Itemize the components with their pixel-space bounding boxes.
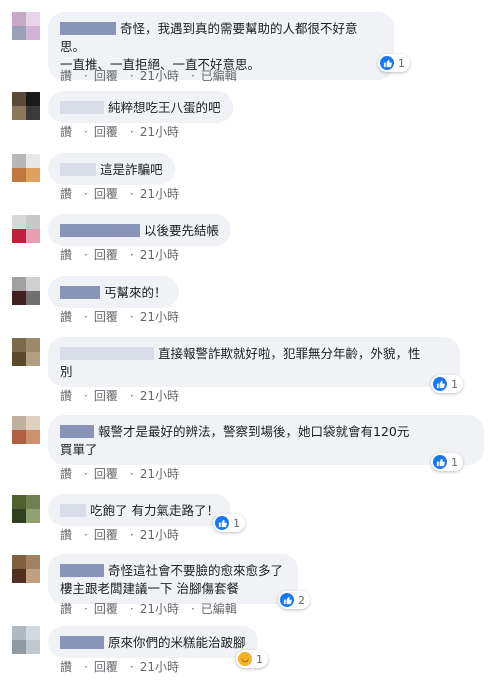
timestamp[interactable]: 21小時 (140, 467, 179, 481)
timestamp[interactable]: 21小時 (140, 389, 179, 403)
comment-text: 報警才是最好的辨法，警察到場後，她口袋就會有120元 買單了 (60, 424, 410, 457)
avatar[interactable] (12, 555, 40, 583)
comment-bubble: 報警才是最好的辨法，警察到場後，她口袋就會有120元 買單了 (48, 415, 484, 465)
timestamp[interactable]: 21小時 (140, 69, 179, 83)
like-link[interactable]: 讚 (60, 187, 72, 201)
comment-text: 丐幫來的！ (103, 285, 167, 300)
like-link[interactable]: 讚 (60, 467, 72, 481)
comment-bubble: 原來你們的米糕能治跛腳 (48, 626, 258, 658)
like-link[interactable]: 讚 (60, 602, 72, 616)
comment-text: 純粹想吃王八蛋的吧 (107, 100, 221, 115)
comment-bubble: 這是詐騙吧 (48, 153, 175, 185)
reaction-count: 1 (451, 455, 458, 469)
reaction-summary[interactable]: 2 (278, 591, 310, 609)
reaction-count: 1 (451, 377, 458, 391)
comment-bubble: 直接報警詐欺就好啦，犯罪無分年齡，外貌，性 別 (48, 337, 460, 387)
like-icon (215, 516, 229, 530)
commenter-name[interactable] (60, 636, 104, 649)
comment-bubble: 以後要先結帳 (48, 214, 231, 246)
comment-text: 吃飽了 有力氣走路了！ (89, 503, 219, 518)
avatar[interactable] (12, 154, 40, 182)
reaction-summary[interactable]: 1 (378, 54, 410, 72)
reply-link[interactable]: 回覆 (94, 69, 118, 83)
like-link[interactable]: 讚 (60, 125, 72, 139)
avatar[interactable] (12, 12, 40, 40)
avatar[interactable] (12, 215, 40, 243)
comment-thread: 奇怪，我遇到真的需要幫助的人都很不好意思。 一直推、一直拒絕、一直不好意思。 讚… (0, 0, 498, 685)
timestamp[interactable]: 21小時 (140, 125, 179, 139)
comment-bubble: 奇怪這社會不要臉的愈來愈多了 樓主跟老闆建議一下 治腳傷套餐 (48, 554, 298, 604)
commenter-name[interactable] (60, 425, 94, 438)
reply-link[interactable]: 回覆 (94, 187, 118, 201)
like-icon (433, 377, 447, 391)
comment-actions: 讚 · 回覆 · 21小時 · 已編輯 (60, 69, 237, 83)
like-link[interactable]: 讚 (60, 528, 72, 542)
like-link[interactable]: 讚 (60, 660, 72, 674)
reply-link[interactable]: 回覆 (94, 602, 118, 616)
timestamp[interactable]: 21小時 (140, 602, 179, 616)
comment-actions: 讚 · 回覆 · 21小時 (60, 187, 179, 201)
comment-bubble: 吃飽了 有力氣走路了！ (48, 494, 231, 526)
comment-actions: 讚 · 回覆 · 21小時 · 已編輯 (60, 602, 237, 616)
comment-actions: 讚 · 回覆 · 21小時 (60, 528, 179, 542)
timestamp[interactable]: 21小時 (140, 310, 179, 324)
reply-link[interactable]: 回覆 (94, 389, 118, 403)
commenter-name[interactable] (60, 564, 104, 577)
commenter-name[interactable] (60, 22, 116, 35)
timestamp[interactable]: 21小時 (140, 187, 179, 201)
comment-text: 這是詐騙吧 (99, 162, 163, 177)
reply-link[interactable]: 回覆 (94, 467, 118, 481)
reply-link[interactable]: 回覆 (94, 528, 118, 542)
like-link[interactable]: 讚 (60, 69, 72, 83)
comment-actions: 讚 · 回覆 · 21小時 (60, 125, 179, 139)
comment-actions: 讚 · 回覆 · 21小時 (60, 310, 179, 324)
comment-text: 原來你們的米糕能治跛腳 (107, 635, 246, 650)
reaction-summary[interactable]: 1 (431, 375, 463, 393)
reaction-count: 1 (398, 56, 405, 70)
edited-label[interactable]: 已編輯 (201, 69, 237, 83)
like-link[interactable]: 讚 (60, 389, 72, 403)
avatar[interactable] (12, 92, 40, 120)
commenter-name[interactable] (60, 286, 100, 299)
reaction-count: 1 (256, 652, 263, 666)
like-link[interactable]: 讚 (60, 310, 72, 324)
like-link[interactable]: 讚 (60, 248, 72, 262)
commenter-name[interactable] (60, 347, 154, 360)
reply-link[interactable]: 回覆 (94, 125, 118, 139)
commenter-name[interactable] (60, 504, 86, 517)
timestamp[interactable]: 21小時 (140, 660, 179, 674)
reaction-summary[interactable]: ◡ 1 (236, 650, 268, 668)
comment-actions: 讚 · 回覆 · 21小時 (60, 389, 179, 403)
reply-link[interactable]: 回覆 (94, 248, 118, 262)
commenter-name[interactable] (60, 101, 104, 114)
comment-bubble: 純粹想吃王八蛋的吧 (48, 91, 233, 123)
like-icon (433, 455, 447, 469)
timestamp[interactable]: 21小時 (140, 528, 179, 542)
commenter-name[interactable] (60, 224, 140, 237)
comment-bubble: 丐幫來的！ (48, 276, 179, 308)
reaction-count: 1 (233, 516, 240, 530)
comment-actions: 讚 · 回覆 · 21小時 (60, 660, 179, 674)
avatar[interactable] (12, 495, 40, 523)
comment-text: 以後要先結帳 (143, 223, 219, 238)
commenter-name[interactable] (60, 163, 96, 176)
reaction-summary[interactable]: 1 (213, 514, 245, 532)
reaction-summary[interactable]: 1 (431, 453, 463, 471)
edited-label[interactable]: 已編輯 (201, 602, 237, 616)
avatar[interactable] (12, 338, 40, 366)
haha-icon: ◡ (238, 652, 252, 666)
reply-link[interactable]: 回覆 (94, 310, 118, 324)
reply-link[interactable]: 回覆 (94, 660, 118, 674)
like-icon (380, 56, 394, 70)
avatar[interactable] (12, 416, 40, 444)
like-icon (280, 593, 294, 607)
comment-actions: 讚 · 回覆 · 21小時 (60, 248, 179, 262)
comment-actions: 讚 · 回覆 · 21小時 (60, 467, 179, 481)
avatar[interactable] (12, 277, 40, 305)
timestamp[interactable]: 21小時 (140, 248, 179, 262)
reaction-count: 2 (298, 593, 305, 607)
avatar[interactable] (12, 626, 40, 654)
